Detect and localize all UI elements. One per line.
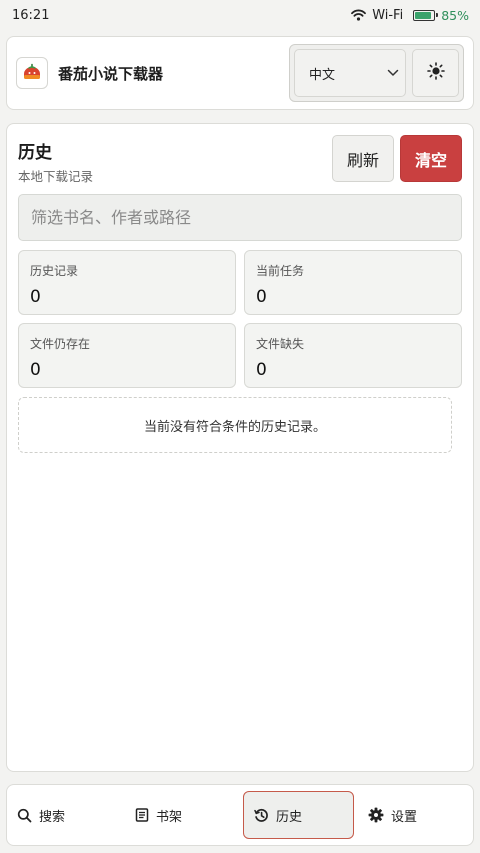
tomato-icon [16,57,48,89]
nav-label: 历史 [276,809,303,825]
nav-item-search[interactable]: 搜索 [7,791,117,839]
filter-input[interactable] [18,194,462,241]
status-bar: 16:21 Wi-Fi 85% [0,0,480,30]
stat-value: 0 [30,360,41,380]
sun-icon [426,62,445,84]
language-select[interactable]: 中文 [294,49,406,97]
battery-fill [415,11,431,19]
header-controls: 中文 [289,44,464,102]
stat-label: 历史记录 [30,264,79,278]
nav-item-settings[interactable]: 设置 [358,791,468,839]
stat-card-files-exist: 文件仍存在 0 [18,323,236,388]
search-icon [17,808,32,823]
battery-percent: 85% [441,7,469,23]
nav-item-bookshelf[interactable]: 书架 [125,791,235,839]
page-title: 历史 [18,143,52,163]
history-panel: 历史 本地下载记录 刷新 清空 历史记录 0 当前任务 0 文件仍存在 0 文件… [6,123,474,772]
network-label: Wi-Fi [372,7,404,23]
gear-icon [368,807,384,823]
page-subtitle: 本地下载记录 [18,169,94,184]
chevron-down-icon [387,66,399,81]
stat-card-files-missing: 文件缺失 0 [244,323,462,388]
stat-value: 0 [30,287,41,307]
status-time: 16:21 [12,7,50,23]
history-icon [254,808,269,823]
clear-button[interactable]: 清空 [400,135,462,182]
stat-card-history-records: 历史记录 0 [18,250,236,315]
status-indicators: Wi-Fi 85% [351,8,469,23]
nav-label: 搜索 [39,809,66,825]
language-value: 中文 [309,67,336,83]
empty-state-message: 当前没有符合条件的历史记录。 [18,397,452,453]
stat-label: 文件缺失 [256,337,305,351]
nav-label: 设置 [391,809,418,825]
theme-toggle-button[interactable] [412,49,459,97]
battery-icon [413,9,439,21]
nav-label: 书架 [156,809,183,825]
app-title: 番茄小说下载器 [58,64,164,83]
bookshelf-icon [135,808,149,822]
stat-label: 当前任务 [256,264,305,278]
wifi-icon [351,9,367,21]
stat-label: 文件仍存在 [30,337,91,351]
app-header: 番茄小说下载器 中文 [6,36,474,110]
stat-value: 0 [256,287,267,307]
refresh-button[interactable]: 刷新 [332,135,394,182]
nav-item-history[interactable]: 历史 [243,791,354,839]
bottom-nav: 搜索 书架 历史 设置 [6,784,474,846]
stat-value: 0 [256,360,267,380]
stat-card-current-tasks: 当前任务 0 [244,250,462,315]
